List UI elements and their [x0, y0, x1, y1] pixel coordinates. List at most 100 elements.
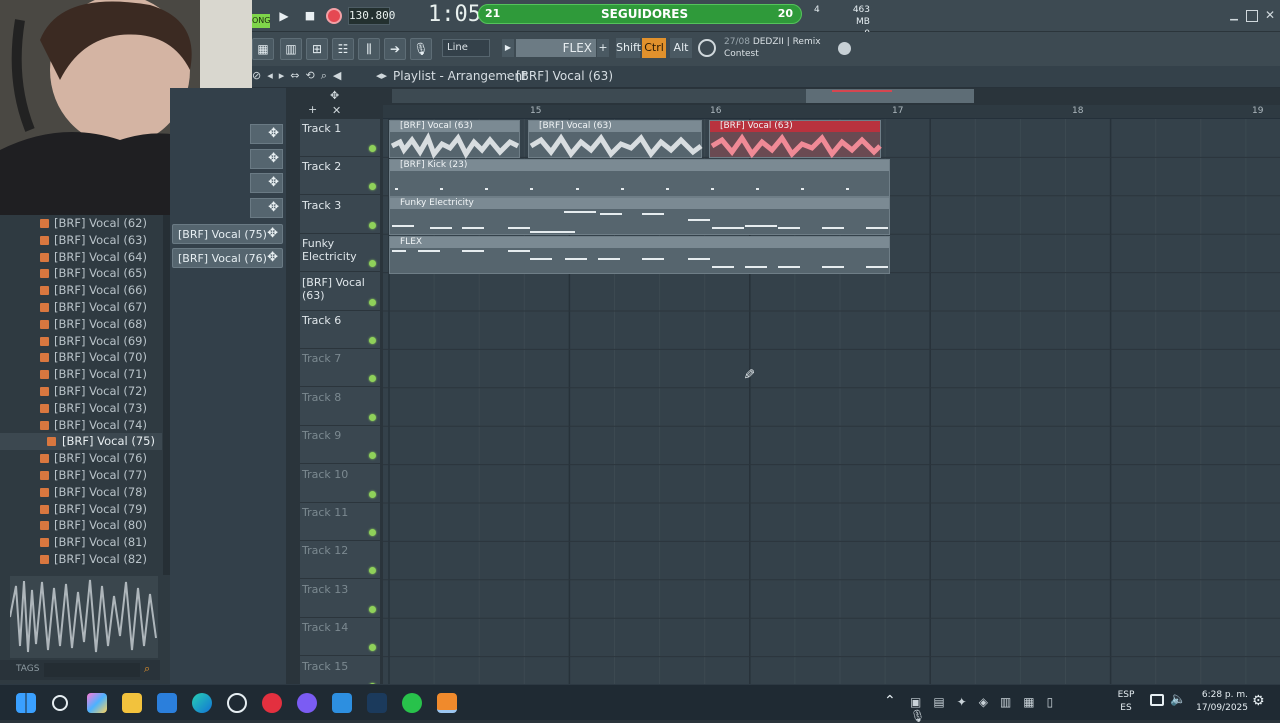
fl-studio-icon[interactable]: [437, 693, 457, 713]
browser-item[interactable]: [BRF] Vocal (78): [0, 484, 162, 501]
add-track-icon[interactable]: +: [308, 103, 317, 116]
store-icon[interactable]: [157, 693, 177, 713]
channel-blank-4[interactable]: ✥: [250, 198, 283, 218]
pattern-select[interactable]: FLEX: [516, 39, 596, 57]
shift-button[interactable]: Shift: [616, 38, 641, 58]
search-icon[interactable]: ⌕: [144, 662, 150, 676]
track-mute-led[interactable]: [369, 529, 376, 536]
online-globe-icon[interactable]: [838, 42, 851, 55]
channel-blank-3[interactable]: ✥: [250, 173, 283, 193]
media-player-icon[interactable]: [262, 693, 282, 713]
whatsapp-icon[interactable]: [402, 693, 422, 713]
notification-gear-icon[interactable]: ⚙: [1252, 693, 1265, 709]
delete-icon[interactable]: ✕: [332, 104, 341, 117]
pattern-add-icon[interactable]: +: [597, 39, 609, 57]
mixer-icon[interactable]: ☷: [332, 38, 354, 60]
track-mute-led[interactable]: [369, 260, 376, 268]
move-icon[interactable]: ✥: [267, 250, 278, 265]
clip-flex[interactable]: FLEX: [389, 236, 890, 274]
windows-start-icon[interactable]: [16, 693, 36, 713]
playlist-arrows-icon[interactable]: ◂▸: [376, 69, 387, 82]
patterns-icon[interactable]: ⫼: [358, 38, 380, 60]
track-mute-led[interactable]: [369, 337, 376, 344]
copilot-icon[interactable]: [87, 693, 107, 713]
move-icon[interactable]: ✥: [267, 226, 278, 241]
track-mute-led[interactable]: [369, 490, 376, 498]
browser-item[interactable]: [BRF] Vocal (81): [0, 534, 162, 551]
file-explorer-icon[interactable]: [122, 693, 142, 713]
window-restore-icon[interactable]: [1246, 10, 1258, 22]
browser-item[interactable]: [BRF] Vocal (69): [0, 333, 162, 350]
snap-select[interactable]: Line: [442, 39, 490, 57]
playlist-tool-icon[interactable]: ▦: [252, 38, 274, 60]
channel-blank-2[interactable]: ✥: [250, 149, 283, 169]
clip-vocal-63-a[interactable]: [BRF] Vocal (63): [389, 120, 520, 159]
track-header[interactable]: Track 10: [300, 465, 380, 503]
window-minimize-icon[interactable]: ▁: [1228, 10, 1240, 22]
track-mute-led[interactable]: [369, 183, 376, 191]
playlist-tools-icons[interactable]: ⊘◂▸⇔⟲⌕◀: [252, 69, 372, 85]
search-icon[interactable]: [52, 695, 68, 711]
track-mute-led[interactable]: [369, 644, 376, 652]
track-mute-led[interactable]: [369, 221, 376, 229]
track-mute-led[interactable]: [369, 452, 376, 460]
clip-kick-23[interactable]: [BRF] Kick (23): [389, 159, 890, 197]
photos-icon[interactable]: [332, 693, 352, 713]
edge-icon[interactable]: [192, 693, 212, 713]
clip-funky-electricity[interactable]: Funky Electricity: [389, 197, 890, 235]
arrow-right-icon[interactable]: ➔: [384, 38, 406, 60]
discord-icon[interactable]: [297, 693, 317, 713]
browser-item[interactable]: [BRF] Vocal (63): [0, 232, 162, 249]
channel-rack-icon[interactable]: ⊞: [306, 38, 328, 60]
track-mute-led[interactable]: [369, 605, 376, 613]
channel-vocal-75[interactable]: [BRF] Vocal (75) ✥: [172, 224, 283, 244]
piano-roll-tool-icon[interactable]: ▥: [280, 38, 302, 60]
browser-item[interactable]: [BRF] Vocal (79): [0, 501, 162, 518]
browser-scrollbar[interactable]: [163, 215, 170, 575]
clip-vocal-63-c[interactable]: [BRF] Vocal (63): [709, 120, 882, 159]
browser-item[interactable]: [BRF] Vocal (65): [0, 265, 162, 282]
browser-item[interactable]: [BRF] Vocal (70): [0, 349, 162, 366]
track-header[interactable]: Track 2: [300, 157, 380, 196]
pattern-prev-icon[interactable]: ▶: [502, 39, 514, 57]
browser-item[interactable]: [BRF] Vocal (71): [0, 366, 162, 383]
network-icon[interactable]: [1150, 694, 1164, 706]
browser-item[interactable]: [BRF] Vocal (82): [0, 551, 162, 568]
tempo-display[interactable]: 130.800: [348, 7, 395, 25]
chatgpt-icon[interactable]: [227, 693, 247, 713]
language-indicator[interactable]: ESP ES: [1112, 689, 1140, 715]
track-mute-led[interactable]: [369, 567, 376, 575]
track-mute-led[interactable]: [369, 413, 376, 421]
browser-item[interactable]: [BRF] Vocal (76): [0, 450, 162, 467]
microphone-icon[interactable]: 🎙: [410, 38, 432, 60]
browser-item[interactable]: [BRF] Vocal (68): [0, 316, 162, 333]
track-mute-led[interactable]: [369, 375, 376, 383]
track-header[interactable]: Track 14: [300, 618, 380, 657]
browser-item[interactable]: [BRF] Vocal (75): [0, 433, 162, 451]
channel-blank-1[interactable]: ✥: [250, 124, 283, 144]
volume-icon[interactable]: 🔈: [1170, 692, 1186, 707]
browser-item[interactable]: [BRF] Vocal (74): [0, 417, 162, 434]
track-header[interactable]: Track 6: [300, 311, 380, 349]
playlist-overview-scrollbar[interactable]: [392, 89, 974, 103]
playlist-tool-buttons[interactable]: + ✥ ✕: [300, 89, 384, 117]
browser-item[interactable]: [BRF] Vocal (62): [0, 215, 162, 232]
record-button[interactable]: [326, 8, 342, 24]
clock[interactable]: 6:28 p. m. 17/09/2025: [1192, 689, 1248, 715]
track-header[interactable]: Track 12: [300, 541, 380, 580]
window-close-icon[interactable]: ✕: [1264, 9, 1276, 21]
track-header[interactable]: Track 7: [300, 349, 380, 388]
news-panel[interactable]: 27/08 DEDZII | Remix Contest: [724, 36, 854, 62]
track-header[interactable]: Track 8: [300, 388, 380, 426]
track-header[interactable]: Track 13: [300, 580, 380, 618]
timeline-ruler[interactable]: 15 16 17 18 19: [383, 105, 1280, 119]
steam-icon[interactable]: [367, 693, 387, 713]
ctrl-button[interactable]: Ctrl: [642, 38, 666, 58]
tags-search-field[interactable]: [44, 663, 140, 677]
track-mute-led[interactable]: [369, 145, 376, 152]
move-icon[interactable]: ✥: [330, 89, 339, 102]
track-header[interactable]: [BRF] Vocal (63): [300, 273, 380, 311]
play-button[interactable]: ▶: [274, 6, 294, 26]
track-header[interactable]: Track 9: [300, 426, 380, 465]
news-icon[interactable]: [698, 39, 716, 57]
